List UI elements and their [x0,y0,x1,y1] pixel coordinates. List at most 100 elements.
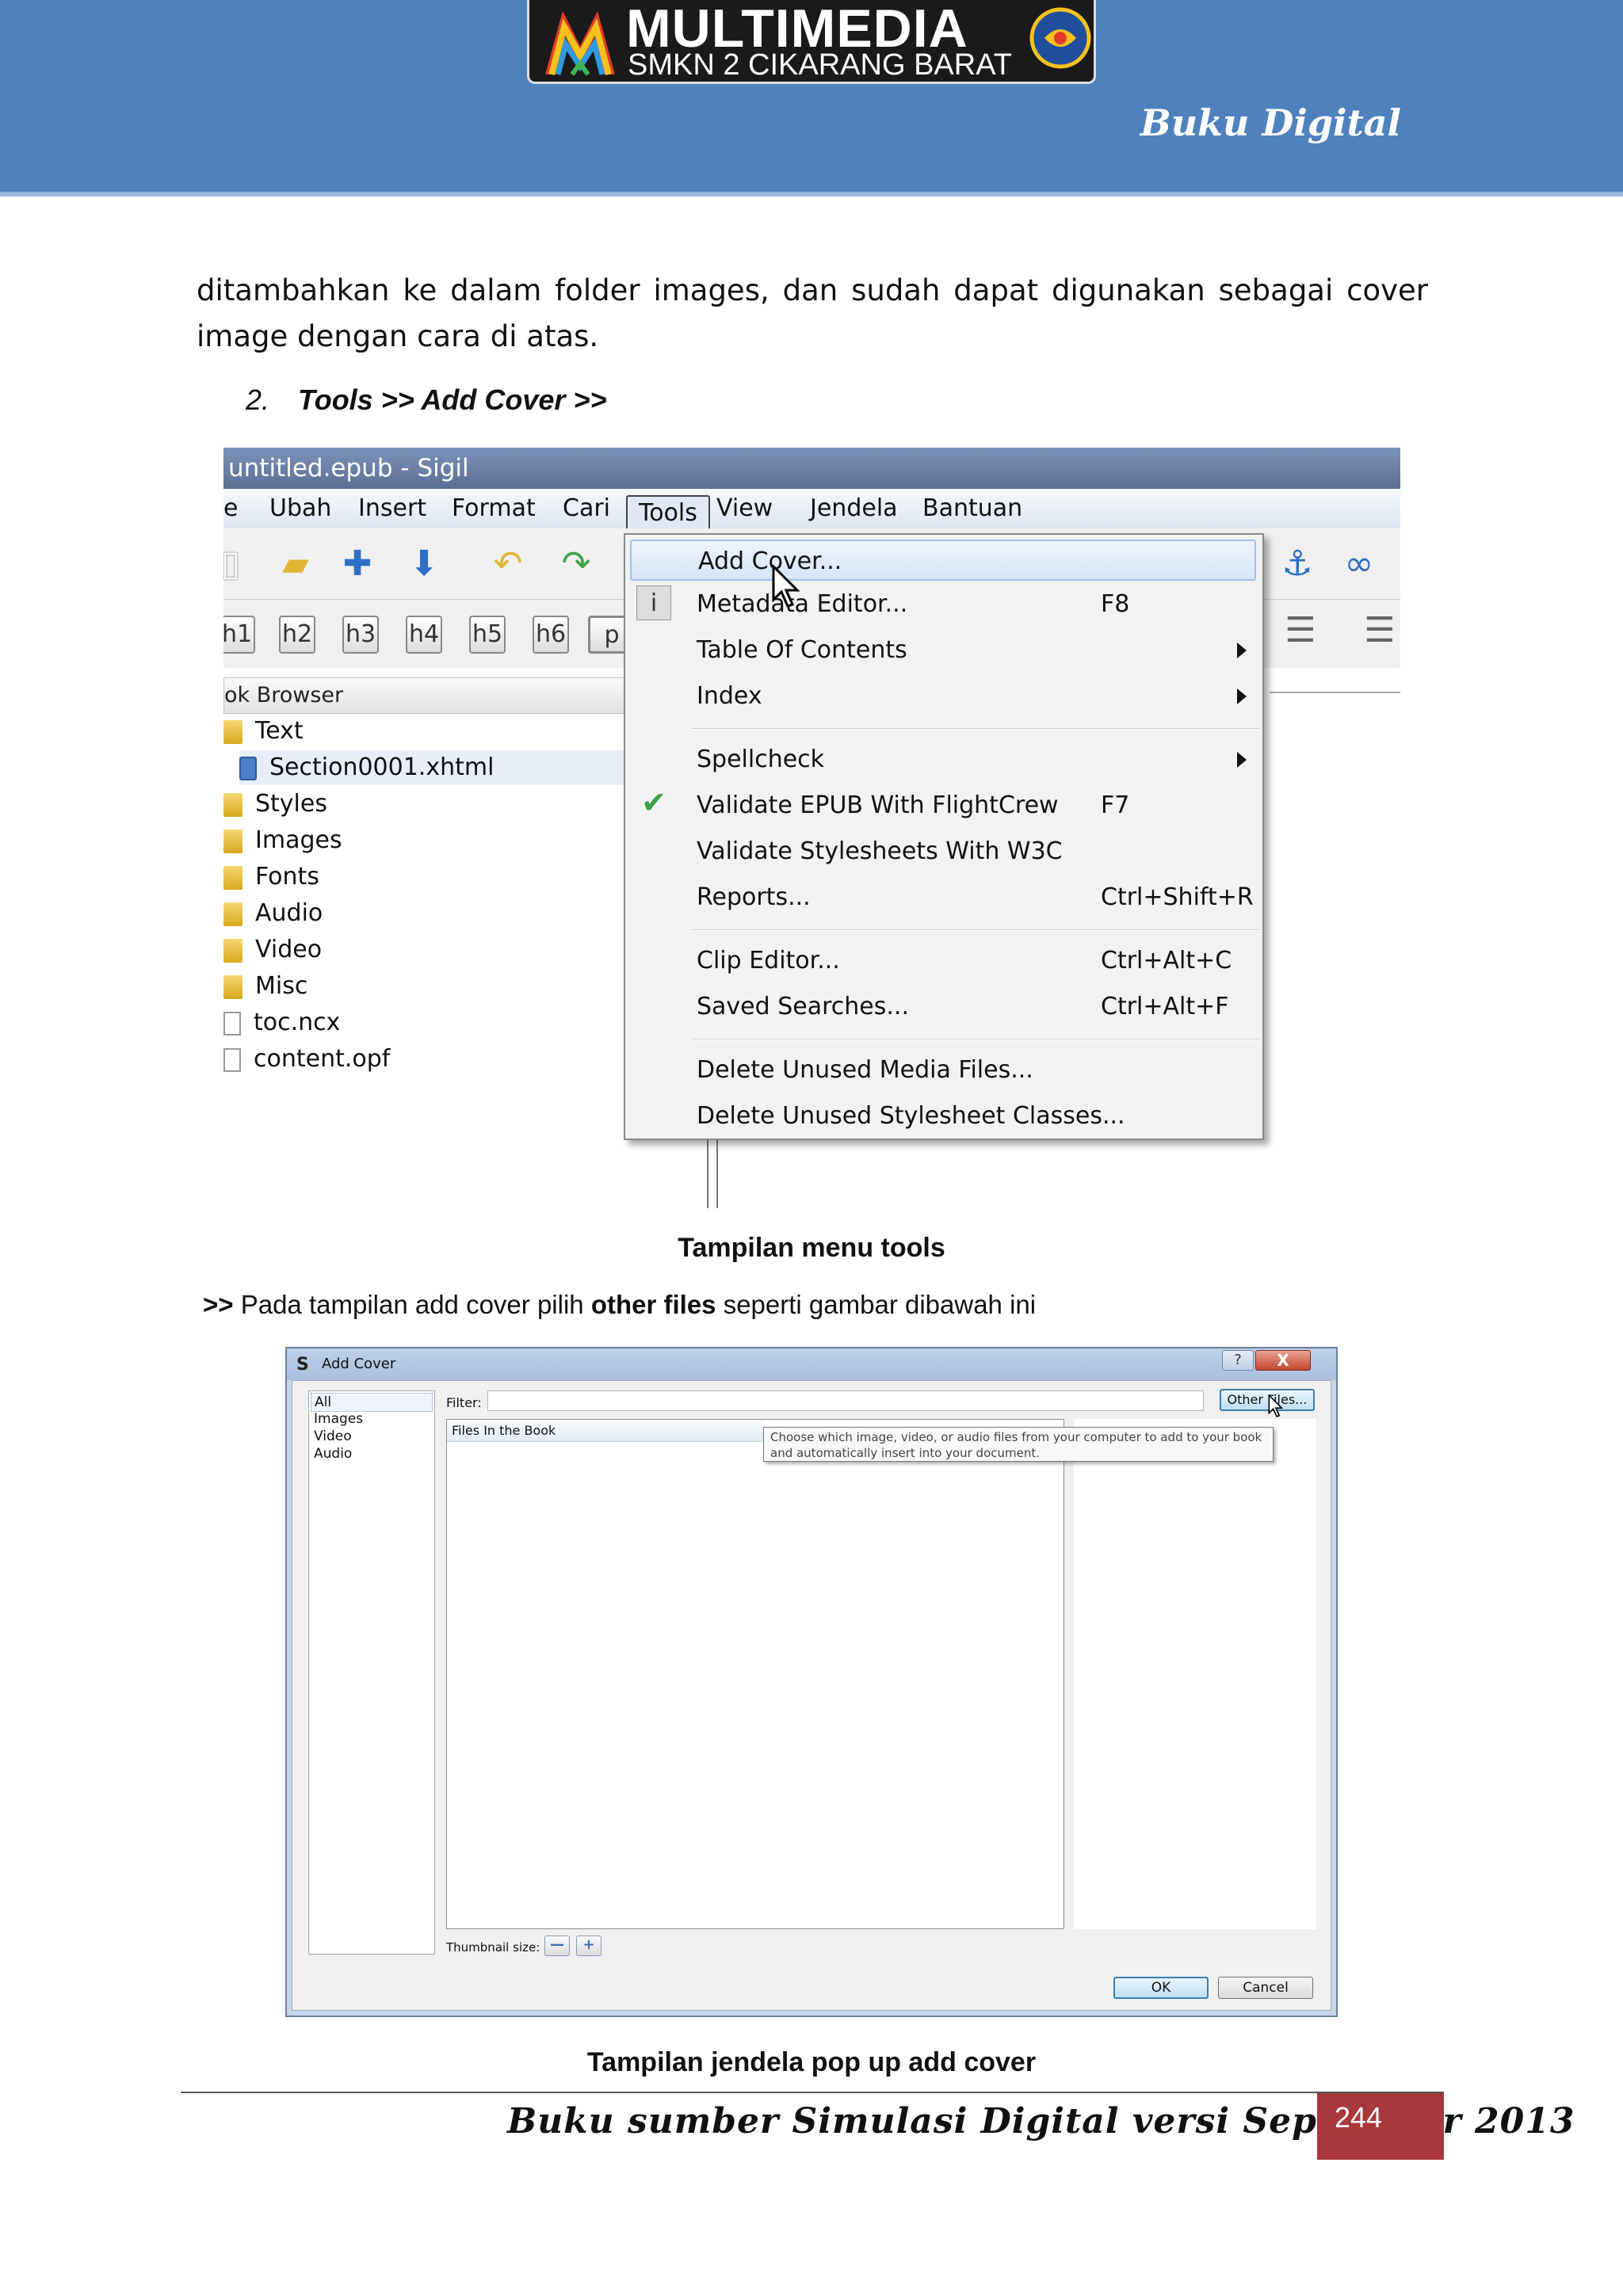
menu-view[interactable]: View [716,489,773,528]
help-button[interactable]: ? [1222,1350,1254,1371]
submenu-arrow-icon [1237,752,1247,768]
heading-4-button[interactable]: h4 [406,616,442,654]
tree-item-text[interactable]: Text [223,714,304,749]
logo-arch-icon [545,11,615,76]
tree-item-video[interactable]: Video [223,933,322,967]
figure-caption-add-cover: Tampilan jendela pop up add cover [586,2047,1037,2077]
other-files-button[interactable]: Other Files... [1220,1389,1315,1411]
menu-item-clip-editor[interactable]: Clip Editor... [697,940,840,982]
tree-item-toc[interactable]: toc.ncx [223,1005,340,1040]
tree-item-styles[interactable]: Styles [223,787,327,822]
tree-item-fonts[interactable]: Fonts [223,860,319,894]
shortcut-validate-epub: F7 [1101,791,1130,819]
ok-button[interactable]: OK [1113,1977,1209,1999]
heading-5-button[interactable]: h5 [469,616,506,654]
menu-item-delete-unused-media[interactable]: Delete Unused Media Files... [697,1050,1033,1091]
menu-item-reports[interactable]: Reports... [697,877,811,918]
sigil-app-icon: S [296,1355,309,1375]
redo-icon[interactable]: ↷ [553,541,599,587]
page-header-band: MULTIMEDIA SMKN 2 CIKARANG BARAT Buku Di… [0,0,1623,196]
file-icon [223,1047,241,1072]
heading-1-button[interactable]: h1 [223,616,255,654]
heading-2-button[interactable]: h2 [279,616,315,654]
menu-item-validate-epub[interactable]: Validate EPUB With FlightCrew [697,785,1059,826]
mouse-pointer-icon [1268,1394,1284,1417]
panel-splitter[interactable] [707,1137,718,1208]
menu-jendela[interactable]: Jendela [810,489,898,528]
menu-item-delete-unused-classes[interactable]: Delete Unused Stylesheet Classes... [697,1096,1125,1137]
menu-item-spellcheck[interactable]: Spellcheck [697,739,824,780]
cancel-button[interactable]: Cancel [1218,1977,1313,1999]
header-tagline: Buku Digital [1140,101,1401,144]
school-emblem-icon [1029,7,1091,69]
intro-bold: other files [590,1290,716,1319]
tree-item-content-opf[interactable]: content.opf [223,1042,390,1077]
menu-separator [692,929,1259,931]
intro-prefix: >> [203,1290,234,1319]
dialog-client-area: All Images Video Audio Filter: Other Fil… [292,1380,1331,2011]
image-preview-pane [1074,1419,1316,1929]
sigil-tools-menu-screenshot: untitled.epub - Sigil e Ubah Insert Form… [223,448,1400,1208]
tree-item-audio[interactable]: Audio [223,896,323,931]
other-files-tooltip: Choose which image, video, or audio file… [763,1427,1274,1462]
xhtml-file-icon [239,756,257,780]
thumbnail-larger-button[interactable]: + [576,1936,601,1956]
intro-line: >> Pada tampilan add cover pilih other f… [203,1290,1036,1320]
close-button[interactable]: X [1255,1350,1311,1371]
open-folder-icon[interactable]: ▰ [273,541,319,587]
menu-item-saved-searches[interactable]: Saved Searches... [697,986,909,1028]
thumbnail-smaller-button[interactable]: — [544,1936,570,1956]
file-type-list: All Images Video Audio [308,1390,435,1955]
submenu-arrow-icon [1237,688,1247,704]
editor-divider [1270,677,1400,693]
files-in-book-list[interactable]: Files In the Book [446,1419,1064,1929]
filter-input[interactable] [487,1390,1204,1411]
file-type-all[interactable]: All [311,1393,433,1412]
folder-icon [223,938,242,963]
tree-item-misc[interactable]: Misc [223,969,307,1004]
menu-tools[interactable]: Tools [626,495,710,532]
undo-icon[interactable]: ↶ [485,541,531,587]
folder-icon [223,974,242,999]
checkmark-icon: ✔ [641,785,666,820]
menu-cari[interactable]: Cari [563,489,610,528]
files-column-header[interactable]: Files In the Book [447,1420,764,1442]
save-icon[interactable]: ⬇ [401,541,447,587]
folder-icon [223,719,242,744]
menu-ubah[interactable]: Ubah [269,489,331,528]
file-type-video[interactable]: Video [314,1428,352,1445]
logo-subtitle: SMKN 2 CIKARANG BARAT [628,48,1012,82]
anchor-icon[interactable]: ⚓ [1274,541,1320,587]
mouse-pointer-icon [772,565,800,608]
menu-item-table-of-contents[interactable]: Table Of Contents [697,630,907,671]
tree-item-section[interactable]: Section0001.xhtml [239,750,628,785]
menu-item-index[interactable]: Index [697,676,762,717]
submenu-arrow-icon [1237,643,1247,658]
file-type-images[interactable]: Images [314,1410,363,1428]
heading-3-button[interactable]: h3 [342,616,379,654]
menu-insert[interactable]: Insert [358,489,426,528]
shortcut-metadata: F8 [1101,590,1130,618]
intro-text-after: seperti gambar dibawah ini [716,1290,1037,1319]
menu-item-add-cover[interactable]: Add Cover... [630,540,1256,581]
logo-title: MULTIMEDIA [626,0,968,59]
step-text: Tools >> Add Cover >> [298,383,607,416]
step-line: 2. Tools >> Add Cover >> [246,383,607,417]
add-file-icon[interactable]: ✚ [334,541,380,587]
window-title: untitled.epub - Sigil [223,448,1400,489]
file-type-audio[interactable]: Audio [314,1445,352,1463]
menu-item-validate-stylesheets[interactable]: Validate Stylesheets With W3C [697,831,1063,872]
menu-format[interactable]: Format [452,489,536,528]
book-browser-tree: Text Section0001.xhtml Styles Images Fon… [223,714,628,1158]
heading-6-button[interactable]: h6 [533,616,569,654]
menu-bantuan[interactable]: Bantuan [922,489,1022,528]
new-file-icon[interactable]: ▯ [223,541,254,587]
numbered-list-icon[interactable]: ☰ [1357,608,1400,654]
dialog-title: Add Cover [322,1356,396,1372]
link-icon[interactable]: ∞ [1336,541,1382,587]
dialog-titlebar: S Add Cover ? X [287,1348,1336,1380]
school-logo: MULTIMEDIA SMKN 2 CIKARANG BARAT [527,0,1096,84]
menu-file[interactable]: e [223,489,238,528]
tree-item-images[interactable]: Images [223,823,342,858]
list-icon[interactable]: ☰ [1277,608,1323,654]
